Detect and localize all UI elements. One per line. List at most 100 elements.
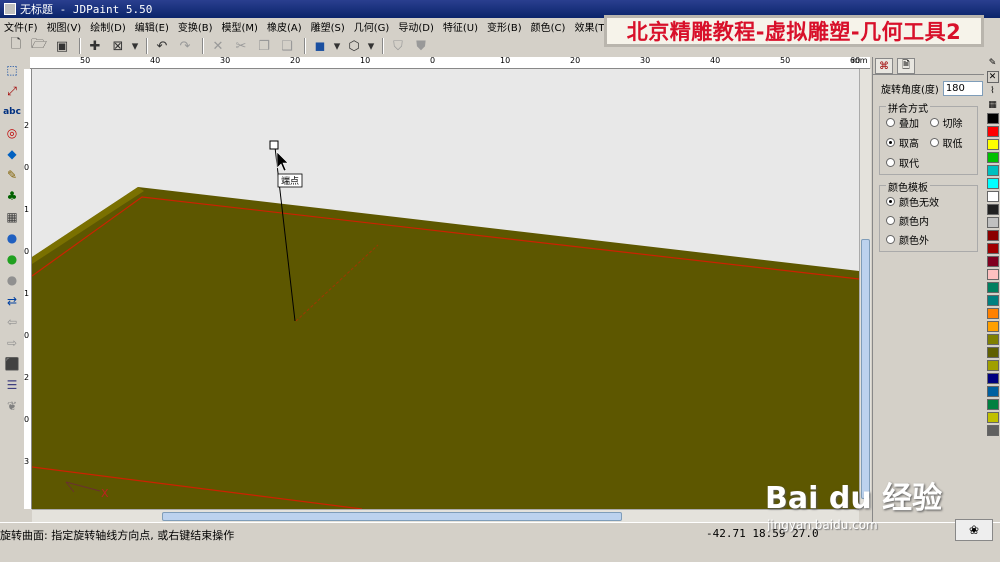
radio-option[interactable]: 取代 bbox=[886, 155, 930, 170]
menu-item[interactable]: 颜色(C) bbox=[531, 19, 566, 34]
tray-flower-icon[interactable]: ❀ bbox=[955, 519, 993, 541]
undo-icon[interactable]: ↶ bbox=[152, 37, 172, 55]
redo-icon[interactable]: ↷ bbox=[175, 37, 195, 55]
color-swatch[interactable] bbox=[986, 373, 999, 384]
menu-item[interactable]: 雕塑(S) bbox=[311, 19, 345, 34]
radio-option[interactable]: 取低 bbox=[929, 135, 974, 150]
leaf-icon[interactable]: ❦ bbox=[2, 396, 22, 416]
color-swatch[interactable] bbox=[986, 113, 999, 124]
menu-item[interactable]: 橡皮(A) bbox=[267, 19, 302, 34]
vertical-scrollbar[interactable] bbox=[859, 69, 871, 509]
color-swatch[interactable] bbox=[986, 126, 999, 137]
radio-dot[interactable] bbox=[886, 197, 895, 206]
color-swatch[interactable] bbox=[986, 256, 999, 267]
balloon-gray-icon[interactable]: ● bbox=[2, 270, 22, 290]
rotation-angle-input[interactable] bbox=[942, 81, 983, 96]
save-icon[interactable]: ▣ bbox=[52, 37, 72, 55]
balloon-green-icon[interactable]: ● bbox=[2, 249, 22, 269]
radio-dot[interactable] bbox=[929, 118, 939, 127]
radio-option[interactable]: 颜色内 bbox=[886, 213, 973, 228]
tree-tool-icon[interactable]: ♣ bbox=[2, 186, 22, 206]
dropdown-icon[interactable]: ▾ bbox=[367, 37, 375, 55]
radio-option[interactable]: 叠加 bbox=[886, 115, 930, 130]
box-3d-icon[interactable]: ⬛ bbox=[2, 354, 22, 374]
menu-item[interactable]: 变形(B) bbox=[487, 19, 522, 34]
copy-icon[interactable]: ❐ bbox=[254, 37, 274, 55]
drawing-viewport[interactable]: 端点 X bbox=[32, 69, 859, 509]
paste-icon[interactable]: ❑ bbox=[277, 37, 297, 55]
color-swatch[interactable] bbox=[986, 399, 999, 410]
menu-item[interactable]: 文件(F) bbox=[4, 19, 38, 34]
color-swatch[interactable] bbox=[986, 269, 999, 280]
radio-option[interactable]: 颜色外 bbox=[886, 232, 973, 247]
tab-icon-2[interactable]: 🗎 bbox=[897, 58, 915, 74]
balloon-blue-icon[interactable]: ● bbox=[2, 228, 22, 248]
menu-item[interactable]: 几何(G) bbox=[354, 19, 390, 34]
layers-icon[interactable]: ☰ bbox=[2, 375, 22, 395]
grid-tool-icon[interactable]: ▦ bbox=[2, 207, 22, 227]
color-swatch[interactable] bbox=[986, 191, 999, 202]
select-box-icon[interactable]: ⊠ bbox=[108, 37, 128, 55]
arrow-right-icon[interactable]: ⇨ bbox=[2, 333, 22, 353]
select-region-icon[interactable]: ⬚ bbox=[2, 60, 22, 80]
dropdown-icon[interactable]: ▾ bbox=[333, 37, 341, 55]
color-swatch[interactable] bbox=[986, 386, 999, 397]
new-file-icon[interactable]: 🗋 bbox=[6, 37, 26, 55]
color-swatch[interactable] bbox=[986, 321, 999, 332]
diamond-tool-icon[interactable]: ◆ bbox=[2, 144, 22, 164]
grid-color-icon[interactable]: ▦ bbox=[987, 99, 999, 111]
radio-dot[interactable] bbox=[929, 138, 939, 147]
cut-icon[interactable]: ✕ bbox=[208, 37, 228, 55]
color-swatch[interactable] bbox=[986, 282, 999, 293]
text-tool-icon[interactable]: abc bbox=[2, 102, 22, 122]
node-edit-icon[interactable]: ⤢ bbox=[2, 81, 22, 101]
color-swatch[interactable] bbox=[986, 347, 999, 358]
menu-item[interactable]: 编辑(E) bbox=[135, 19, 169, 34]
radio-dot[interactable] bbox=[886, 235, 895, 244]
menu-item[interactable]: 导动(D) bbox=[398, 19, 434, 34]
color-swatch[interactable] bbox=[986, 295, 999, 306]
color-swatch[interactable] bbox=[986, 217, 999, 228]
end-point-marker[interactable] bbox=[269, 140, 279, 150]
radio-option[interactable]: 取高 bbox=[886, 135, 930, 150]
swap-icon[interactable]: ⇄ bbox=[2, 291, 22, 311]
menu-item[interactable]: 视图(V) bbox=[47, 19, 82, 34]
color-swatch[interactable] bbox=[986, 230, 999, 241]
radio-option[interactable]: 切除 bbox=[929, 115, 974, 130]
horizontal-scrollbar[interactable] bbox=[32, 509, 859, 522]
radio-option[interactable]: 颜色无效 bbox=[886, 194, 973, 209]
hscroll-thumb[interactable] bbox=[162, 512, 622, 521]
color-swatch[interactable] bbox=[986, 334, 999, 345]
color-swatch[interactable] bbox=[986, 412, 999, 423]
menu-item[interactable]: 模型(M) bbox=[222, 19, 258, 34]
menu-item[interactable]: 变换(B) bbox=[178, 19, 213, 34]
arrow-left-icon[interactable]: ⇦ bbox=[2, 312, 22, 332]
color-swatch[interactable] bbox=[986, 165, 999, 176]
color-swatch[interactable] bbox=[986, 178, 999, 189]
shield-filled-icon[interactable]: ⛊ bbox=[411, 37, 431, 55]
no-color-icon[interactable]: ✕ bbox=[986, 71, 999, 83]
color-swatch[interactable] bbox=[986, 204, 999, 215]
brush-tool-icon[interactable]: ✎ bbox=[2, 165, 22, 185]
eyedropper-icon[interactable]: ⌇ bbox=[987, 85, 999, 97]
color-swatch[interactable] bbox=[986, 425, 999, 436]
color-swatch[interactable] bbox=[986, 308, 999, 319]
color-swatch[interactable] bbox=[986, 152, 999, 163]
pen-icon[interactable]: ✎ bbox=[987, 57, 999, 69]
radio-dot[interactable] bbox=[886, 216, 895, 225]
color-swatch[interactable] bbox=[986, 243, 999, 254]
open-folder-icon[interactable]: 🗁 bbox=[29, 37, 49, 55]
color-swatch[interactable] bbox=[986, 360, 999, 371]
color-swatch[interactable] bbox=[986, 139, 999, 150]
dropdown-icon[interactable]: ▾ bbox=[131, 37, 139, 55]
shield-icon[interactable]: ⛉ bbox=[388, 37, 408, 55]
menu-item[interactable]: 绘制(D) bbox=[90, 19, 126, 34]
scissors-icon[interactable]: ✂ bbox=[231, 37, 251, 55]
rotate-view-icon[interactable]: ⬡ bbox=[344, 37, 364, 55]
radio-dot[interactable] bbox=[886, 118, 895, 127]
radio-dot[interactable] bbox=[886, 138, 895, 147]
move-icon[interactable]: ✚ bbox=[85, 37, 105, 55]
circle-tool-icon[interactable]: ◎ bbox=[2, 123, 22, 143]
tab-icon-1[interactable]: ⌘ bbox=[875, 58, 893, 74]
radio-dot[interactable] bbox=[886, 158, 895, 167]
